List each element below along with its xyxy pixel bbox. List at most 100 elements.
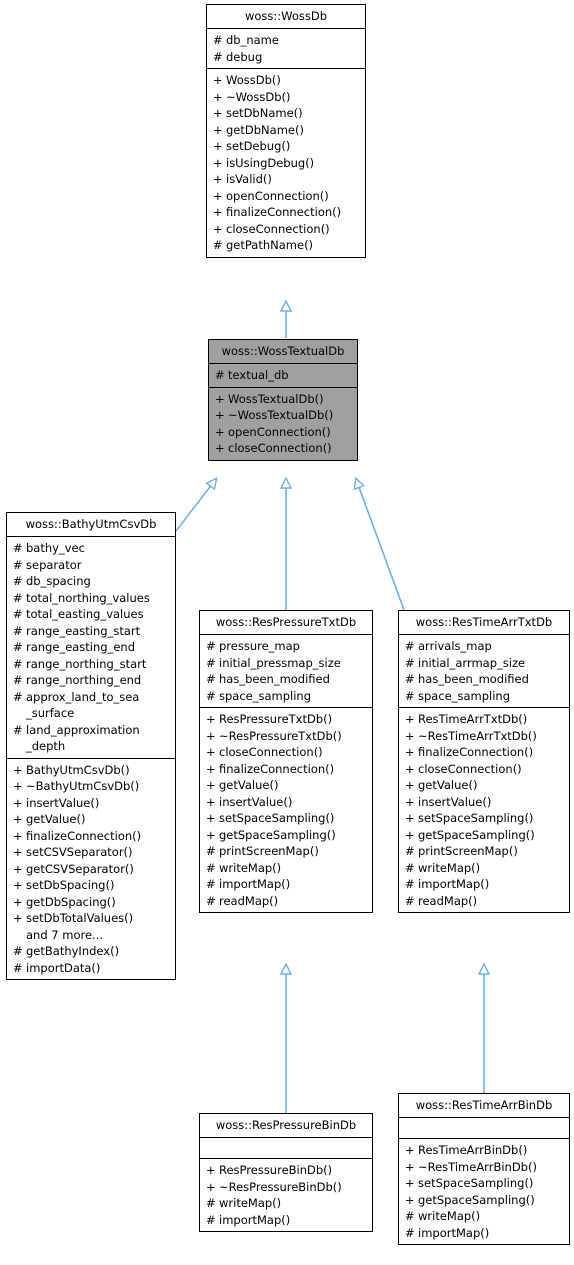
- class-method: + setSpaceSampling(): [202, 810, 370, 827]
- visibility-marker: #: [213, 238, 223, 252]
- visibility-marker: #: [206, 1212, 216, 1227]
- class-method: + insertValue(): [401, 794, 567, 811]
- class-attribute: # has_been_modified: [401, 671, 567, 688]
- member-name: setDbTotalValues(): [26, 911, 134, 925]
- visibility-marker: +: [206, 827, 216, 842]
- member-name: insertValue(): [418, 794, 492, 809]
- visibility-marker: +: [206, 712, 216, 726]
- methods-compartment: + WossDb() + ~WossDb() + setDbName() + g…: [207, 69, 365, 257]
- class-method: # getBathyIndex(): [9, 943, 173, 960]
- visibility-marker: +: [213, 205, 223, 219]
- class-method: + ResTimeArrBinDb(): [401, 1142, 567, 1159]
- visibility-marker: +: [215, 441, 225, 455]
- class-method: + getDbSpacing(): [9, 894, 173, 911]
- class-method: + getValue(): [9, 811, 173, 828]
- member-name: closeConnection(): [219, 745, 323, 759]
- member-name: debug: [226, 49, 263, 64]
- class-method: + getValue(): [202, 777, 370, 794]
- member-name: printScreenMap(): [219, 844, 319, 858]
- methods-compartment: + ResPressureTxtDb() + ~ResPressureTxtDb…: [200, 708, 372, 912]
- visibility-marker: +: [13, 779, 23, 793]
- visibility-marker: +: [213, 139, 223, 153]
- visibility-marker: #: [405, 844, 415, 858]
- member-name: getValue(): [219, 778, 279, 792]
- visibility-marker: +: [405, 745, 415, 759]
- edge-bathyutmcsvdb-to-wosstextualdb: [175, 479, 216, 532]
- visibility-marker: +: [405, 794, 415, 809]
- visibility-marker: #: [13, 960, 23, 975]
- class-box-bathyutmcsvdb[interactable]: woss::BathyUtmCsvDb # bathy_vec # separa…: [6, 512, 176, 980]
- class-attribute: # total_northing_values: [9, 590, 173, 607]
- class-box-restimearrbindb[interactable]: woss::ResTimeArrBinDb + ResTimeArrBinDb(…: [398, 1093, 570, 1245]
- visibility-marker: +: [405, 712, 415, 726]
- member-name: writeMap(): [219, 1196, 282, 1210]
- visibility-marker: #: [405, 672, 415, 686]
- member-name: setDbSpacing(): [26, 878, 115, 892]
- member-name: has_been_modified: [418, 672, 529, 686]
- member-name: and 7 more...: [26, 927, 104, 942]
- class-attribute: # space_sampling: [202, 688, 370, 705]
- class-title: woss::ResPressureBinDb: [215, 1118, 357, 1132]
- class-method: + getCSVSeparator(): [9, 861, 173, 878]
- class-box-restimearrtxtdb[interactable]: woss::ResTimeArrTxtDb # arrivals_map # i…: [398, 610, 570, 913]
- class-method: + getDbName(): [209, 122, 363, 139]
- class-method: + ~ResTimeArrTxtDb(): [401, 728, 567, 745]
- visibility-marker: #: [13, 623, 23, 638]
- visibility-marker: +: [213, 73, 223, 87]
- class-title: woss::ResPressureTxtDb: [215, 615, 357, 629]
- visibility-marker: #: [405, 655, 415, 670]
- class-method: + WossTextualDb(): [211, 391, 355, 408]
- attributes-compartment: # textual_db: [209, 364, 357, 387]
- class-method: + closeConnection(): [209, 221, 363, 238]
- member-name: space_sampling: [418, 688, 511, 703]
- visibility-marker: +: [213, 155, 223, 170]
- member-name: finalizeConnection(): [418, 745, 534, 759]
- visibility-marker: #: [206, 639, 216, 653]
- member-name: openConnection(): [226, 188, 329, 203]
- member-name: importMap(): [219, 877, 291, 891]
- class-method: + openConnection(): [209, 188, 363, 205]
- member-name: land_approximation _depth: [26, 722, 140, 754]
- member-name: getPathName(): [226, 238, 314, 252]
- class-attribute: # debug: [209, 49, 363, 66]
- visibility-marker: #: [206, 1196, 216, 1210]
- visibility-marker: +: [13, 894, 23, 909]
- class-attribute: # total_easting_values: [9, 606, 173, 623]
- methods-compartment: + ResTimeArrTxtDb() + ~ResTimeArrTxtDb()…: [399, 708, 569, 912]
- class-box-respressurebindb[interactable]: woss::ResPressureBinDb + ResPressureBinD…: [199, 1113, 373, 1232]
- class-method: + finalizeConnection(): [401, 744, 567, 761]
- class-method: # importMap(): [202, 1212, 370, 1229]
- class-box-wosstextualdb[interactable]: woss::WossTextualDb # textual_db + WossT…: [208, 339, 358, 461]
- visibility-marker: #: [13, 640, 23, 654]
- attributes-compartment: [200, 1138, 372, 1158]
- member-name: insertValue(): [26, 795, 100, 810]
- visibility-marker: #: [206, 877, 216, 891]
- class-method: + finalizeConnection(): [9, 828, 173, 845]
- member-name: closeConnection(): [418, 761, 522, 776]
- attributes-compartment: # arrivals_map # initial_arrmap_size # h…: [399, 635, 569, 707]
- member-name: ~WossDb(): [226, 89, 291, 104]
- class-method: + closeConnection(): [211, 440, 355, 457]
- class-box-wossdb[interactable]: woss::WossDb # db_name # debug + WossDb(…: [206, 4, 366, 258]
- member-name: writeMap(): [418, 1209, 481, 1223]
- member-name: textual_db: [228, 368, 289, 382]
- visibility-marker: +: [405, 1143, 415, 1157]
- class-method: # importMap(): [401, 1225, 567, 1242]
- class-attribute: # initial_arrmap_size: [401, 655, 567, 672]
- visibility-marker: +: [206, 778, 216, 792]
- member-name: ~ResPressureTxtDb(): [219, 728, 342, 743]
- visibility-marker: +: [405, 811, 415, 825]
- visibility-marker: +: [405, 1192, 415, 1207]
- class-method: # printScreenMap(): [202, 843, 370, 860]
- class-box-respressuretxtdb[interactable]: woss::ResPressureTxtDb # pressure_map # …: [199, 610, 373, 913]
- class-title: woss::ResTimeArrTxtDb: [415, 615, 553, 629]
- member-name: separator: [26, 557, 82, 572]
- member-name: importMap(): [219, 1212, 291, 1227]
- visibility-marker: #: [206, 672, 216, 686]
- class-method: + ~BathyUtmCsvDb(): [9, 778, 173, 795]
- class-method: + WossDb(): [209, 72, 363, 89]
- class-method: # importData(): [9, 960, 173, 977]
- member-name: setCSVSeparator(): [26, 845, 133, 859]
- methods-compartment: + BathyUtmCsvDb() + ~BathyUtmCsvDb() + i…: [7, 759, 175, 980]
- class-method: + setDbSpacing(): [9, 877, 173, 894]
